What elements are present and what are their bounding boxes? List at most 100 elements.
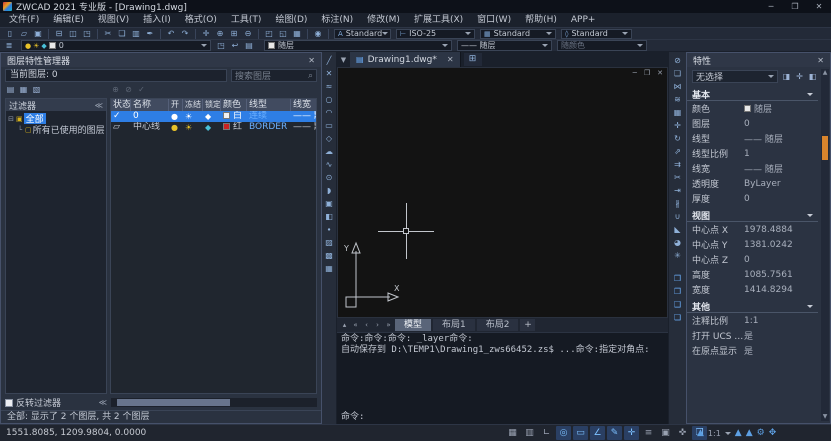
last-tab-icon[interactable]: » — [383, 318, 394, 332]
property-row[interactable]: 图层 0 — [687, 116, 818, 131]
selection-combo[interactable]: 无选择 — [692, 70, 778, 83]
new-file-icon[interactable]: ▯ — [4, 29, 16, 39]
layer-states-icon[interactable]: ▤ — [243, 41, 255, 51]
column-header[interactable]: 锁定 — [203, 99, 221, 111]
table-style-combo[interactable]: ▦ Standard — [480, 29, 556, 39]
layer-properties-manager-icon[interactable]: ≣ — [3, 41, 15, 51]
layer-lock-icon[interactable]: ◆ — [203, 122, 221, 133]
xline-icon[interactable]: ✕ — [323, 68, 336, 80]
property-row[interactable]: 注释比例 1:1 — [687, 313, 818, 328]
rectangle-icon[interactable]: ▭ — [323, 120, 336, 132]
column-header[interactable]: 线宽 — [291, 99, 317, 111]
menu-item[interactable]: 帮助(H) — [518, 13, 564, 27]
column-header[interactable]: 冻结 — [183, 99, 203, 111]
undo-icon[interactable]: ↶ — [165, 29, 177, 39]
property-row[interactable]: 线宽 —— 随层 — [687, 161, 818, 176]
stretch-icon[interactable]: ⇉ — [671, 159, 684, 171]
document-tab[interactable]: ▤ Drawing1.dwg* ✕ — [350, 52, 461, 67]
annotation-scale-value[interactable]: 1:1 — [708, 429, 721, 438]
layer-freeze-icon[interactable]: ☀ — [183, 122, 203, 133]
table-icon[interactable]: ▦ — [323, 263, 336, 275]
maximize-button[interactable]: ❐ — [783, 0, 807, 13]
trim-icon[interactable]: ✂ — [671, 172, 684, 184]
viewports-icon[interactable]: ◰ — [263, 29, 275, 39]
rotate-icon[interactable]: ↻ — [671, 133, 684, 145]
sheet-set-icon[interactable]: ▦ — [291, 29, 303, 39]
plotstyle-combo[interactable]: 随颜色 — [557, 40, 647, 51]
property-row[interactable]: 宽度 1414.8294 — [687, 282, 818, 297]
make-block-icon[interactable]: ◧ — [323, 211, 336, 223]
horizontal-scrollbar[interactable] — [111, 398, 317, 407]
layout-tab[interactable]: 布局2 — [477, 319, 519, 331]
delete-layer-icon[interactable]: ⊘ — [123, 85, 134, 95]
annotation-visibility-icon[interactable]: ▲ — [735, 428, 742, 438]
publish-icon[interactable]: ◳ — [81, 29, 93, 39]
property-row[interactable]: 透明度 ByLayer — [687, 176, 818, 191]
tab-list-menu-icon[interactable]: ▼ — [337, 56, 350, 64]
property-row[interactable]: 颜色 随层 — [687, 101, 818, 116]
cut-icon[interactable]: ✂ — [102, 29, 114, 39]
layer-previous-icon[interactable]: ↩ — [229, 41, 241, 51]
layer-on-icon[interactable]: ● — [169, 122, 183, 133]
menu-item[interactable]: 工具(T) — [224, 13, 269, 27]
collapse-filters-icon[interactable]: ≪ — [95, 101, 103, 110]
mleader-style-combo[interactable]: ◊ Standard — [561, 29, 632, 39]
close-button[interactable]: ✕ — [807, 0, 831, 13]
menu-item[interactable]: 编辑(E) — [46, 13, 91, 27]
collapse-icon[interactable]: ≪ — [99, 398, 107, 407]
property-row[interactable]: 高度 1085.7561 — [687, 267, 818, 282]
osnap-icon[interactable]: ◎ — [556, 426, 571, 440]
color-combo[interactable]: 随层 — [264, 40, 452, 51]
column-header[interactable]: 名称 — [131, 99, 169, 111]
settings-gear-icon[interactable]: ⚙ — [757, 428, 765, 438]
toggle-pickadd-icon[interactable]: ◧ — [807, 72, 818, 82]
dyn-icon[interactable]: ✎ — [607, 426, 622, 440]
column-header[interactable]: 颜色 — [221, 99, 247, 111]
menu-item[interactable]: 格式(O) — [178, 13, 224, 27]
minimize-button[interactable]: ─ — [759, 0, 783, 13]
layer-combo[interactable]: ● ☀ ◆ 0 — [21, 40, 211, 51]
select-objects-icon[interactable]: ✛ — [794, 72, 805, 82]
property-row[interactable]: 中心点 X 1978.4884 — [687, 222, 818, 237]
paste-icon[interactable]: ▥ — [130, 29, 142, 39]
save-file-icon[interactable]: ▣ — [32, 29, 44, 39]
annotation-scale-icon[interactable]: ▲ — [697, 428, 704, 438]
tree-expand-icon[interactable]: ⊟ — [7, 115, 15, 123]
menu-item[interactable]: 标注(N) — [314, 13, 360, 27]
table-row[interactable]: ✓ 0 ● ☀ ◆ 白 连续 —— 默认 — [111, 111, 316, 122]
column-header[interactable]: 线型 — [247, 99, 291, 111]
set-current-layer-icon[interactable]: ✓ — [136, 85, 147, 95]
next-tab-icon[interactable]: › — [372, 318, 383, 332]
doc-close-icon[interactable]: ✕ — [657, 69, 663, 77]
menu-item[interactable]: 修改(M) — [360, 13, 407, 27]
scale-icon[interactable]: ⇗ — [671, 146, 684, 158]
tree-item[interactable]: └ ▢ 所有已使用的图层 — [7, 124, 105, 135]
gradient-icon[interactable]: ▩ — [323, 250, 336, 262]
zoom-previous-icon[interactable]: ⊖ — [242, 29, 254, 39]
new-group-filter-icon[interactable]: ▦ — [18, 85, 29, 95]
chevron-down-icon[interactable] — [725, 432, 731, 435]
layer-on-icon[interactable]: ● — [169, 111, 183, 122]
layer-linetype[interactable]: 连续 — [247, 111, 291, 122]
break-icon[interactable]: ∦ — [671, 198, 684, 210]
circle-icon[interactable]: ○ — [323, 94, 336, 106]
make-object-layer-current-icon[interactable]: ◳ — [215, 41, 227, 51]
lwt-icon[interactable]: ≡ — [641, 426, 656, 440]
fillet-icon[interactable]: ◕ — [671, 237, 684, 249]
menu-item[interactable]: 绘图(D) — [268, 13, 314, 27]
property-row[interactable]: 中心点 Z 0 — [687, 252, 818, 267]
zoom-window-icon[interactable]: ⊞ — [228, 29, 240, 39]
insert-block-icon[interactable]: ▣ — [323, 198, 336, 210]
model-paper-icon[interactable]: ▣ — [658, 426, 673, 440]
extend-icon[interactable]: ⇥ — [671, 185, 684, 197]
hatch-icon[interactable]: ▨ — [323, 237, 336, 249]
auto-annotation-icon[interactable]: ▲ — [746, 428, 753, 438]
scrollbar-thumb[interactable] — [117, 399, 230, 406]
ortho-icon[interactable]: ∟ — [539, 426, 554, 440]
ellipse-icon[interactable]: ⊙ — [323, 172, 336, 184]
doc-restore-icon[interactable]: ❒ — [644, 69, 650, 77]
scroll-up-icon[interactable]: ▲ — [822, 69, 828, 77]
section-header-view[interactable]: 视图 — [687, 209, 818, 222]
array-icon[interactable]: ▦ — [671, 107, 684, 119]
property-row[interactable]: 在原点显示 是 — [687, 343, 818, 358]
